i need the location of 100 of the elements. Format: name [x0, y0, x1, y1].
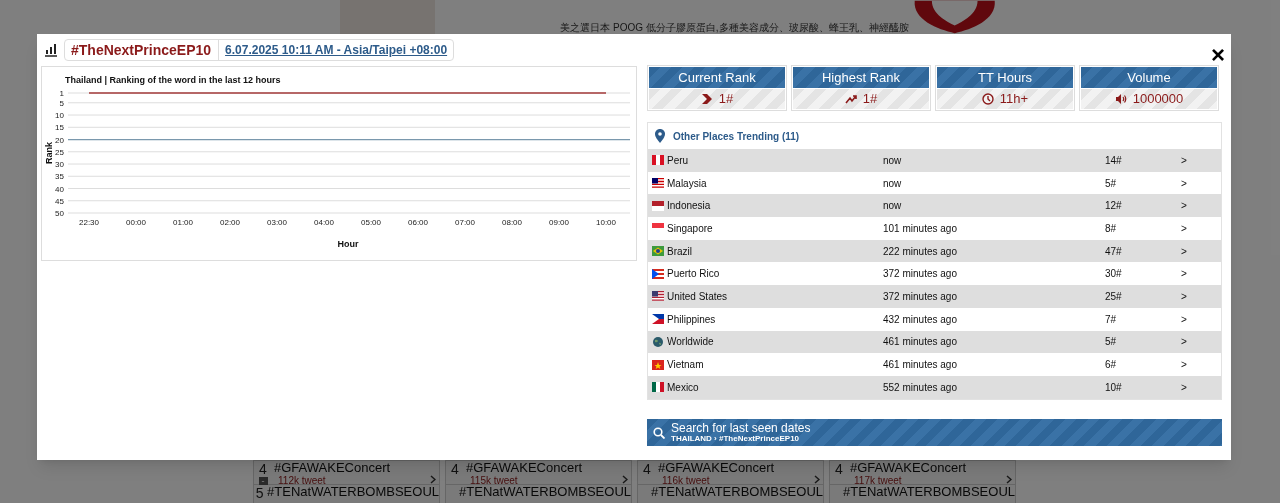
x-tick-label: 01:00: [173, 218, 193, 227]
x-tick-label: 05:00: [361, 218, 381, 227]
y-tick-label: 10: [55, 111, 64, 121]
stat-label: TT Hours: [937, 67, 1073, 88]
hashtag-link[interactable]: #GFAWAKEConcert: [274, 461, 430, 475]
last-seen-time: now: [883, 176, 903, 191]
search-breadcrumb: THAILAND › #TheNextPrinceEP10: [671, 435, 801, 443]
row-arrow: >: [1181, 380, 1188, 395]
search-title: Search for last seen dates: [671, 422, 811, 434]
y-axis-title: Rank: [44, 142, 54, 164]
chevron-right-icon: [622, 475, 628, 484]
flag-icon: [652, 155, 664, 166]
stat-value: 11h+: [999, 90, 1029, 109]
flag-icon: [652, 246, 664, 257]
x-tick-label: 08:00: [502, 218, 522, 227]
y-tick-label: 1: [59, 89, 64, 98]
hashtag-link[interactable]: #TENatWATERBOMBSEOUL: [843, 485, 1015, 499]
row-arrow: >: [1181, 221, 1188, 236]
x-axis-title: Hour: [337, 239, 359, 249]
rank-number: 4: [643, 462, 651, 476]
place-rank: 5#: [1105, 176, 1118, 191]
search-dates-button[interactable]: Search for last seen dates THAILAND › #TheNextPrinceEP10: [647, 419, 1222, 446]
hashtag-link[interactable]: #TENatWATERBOMBSEOUL: [459, 485, 631, 499]
y-tick-label: 25: [55, 147, 64, 157]
stat-label: Volume: [1081, 67, 1217, 88]
hashtag-link[interactable]: #GFAWAKEConcert: [850, 461, 1006, 475]
place-rank: 14#: [1105, 153, 1123, 168]
last-seen-time: 222 minutes ago: [883, 244, 958, 259]
bar-chart-icon: [43, 42, 59, 58]
place-rank: 7#: [1105, 312, 1118, 327]
place-rank: 25#: [1105, 289, 1123, 304]
rank-number: 4: [259, 462, 267, 476]
tweet-count: 115k tweet: [470, 475, 519, 486]
chevron-right-icon: [430, 475, 436, 484]
row-arrow: >: [1181, 312, 1188, 327]
row-arrow: >: [1181, 244, 1188, 259]
x-tick-label: 10:00: [596, 218, 616, 227]
flag-icon: [652, 200, 664, 211]
place-name: Puerto Rico: [667, 267, 720, 282]
y-tick-label: 45: [55, 196, 64, 206]
location-pin-icon: [655, 129, 665, 143]
place-name: Mexico: [667, 380, 699, 395]
place-row[interactable]: Brazil 222 minutes ago 47# >: [648, 239, 1221, 263]
hashtag-link[interactable]: #TENatWATERBOMBSEOUL: [651, 485, 823, 499]
place-row[interactable]: United States 372 minutes ago 25# >: [648, 285, 1221, 308]
y-tick-label: 20: [55, 135, 64, 145]
change-badge: -: [258, 477, 268, 485]
x-tick-label: 22:30: [79, 218, 99, 227]
last-seen-time: 372 minutes ago: [883, 267, 958, 282]
hashtag-link[interactable]: #TENatWATERBOMBSEOUL: [267, 485, 439, 499]
stat-value: 1000000: [1132, 90, 1184, 109]
hashtag-title: #TheNextPrinceEP10: [71, 39, 220, 61]
place-row[interactable]: Indonesia now 12# >: [648, 194, 1221, 218]
hashtag-link[interactable]: #GFAWAKEConcert: [658, 461, 814, 475]
panel-title: Other Places Trending (11): [673, 129, 800, 144]
flag-icon: [652, 314, 664, 325]
place-name: Malaysia: [667, 176, 707, 191]
row-arrow: >: [1181, 267, 1188, 282]
x-tick-label: 06:00: [408, 218, 428, 227]
chevron-icon: [700, 93, 713, 105]
stat-label: Current Rank: [649, 67, 785, 88]
tweet-count: 117k tweet: [854, 475, 903, 486]
last-seen-time: 461 minutes ago: [883, 335, 958, 350]
last-seen-time: 461 minutes ago: [883, 358, 958, 373]
chevron-right-icon: [814, 475, 820, 484]
date-link[interactable]: 6.07.2025 10:11 AM - Asia/Taipei +08:00: [225, 41, 448, 59]
place-name: Peru: [667, 153, 689, 168]
flag-icon: [652, 291, 664, 302]
place-name: Indonesia: [667, 199, 711, 214]
last-seen-time: 552 minutes ago: [883, 380, 958, 395]
x-tick-label: 02:00: [220, 218, 240, 227]
last-seen-time: now: [883, 153, 903, 168]
tweet-count: 116k tweet: [662, 475, 711, 486]
rank-number: 4: [835, 462, 843, 476]
hashtag-link[interactable]: #GFAWAKEConcert: [466, 461, 622, 475]
x-tick-label: 04:00: [314, 218, 334, 227]
flag-icon: [652, 178, 664, 189]
close-button[interactable]: ×: [1211, 44, 1225, 66]
ad-description: 美之選日本 POOG 低分子膠原蛋白,多種美容成分、玻尿酸、蜂王乳、神經醯胺: [560, 21, 909, 35]
place-name: Philippines: [667, 312, 716, 327]
place-name: Vietnam: [667, 358, 704, 373]
x-tick-label: 03:00: [267, 218, 287, 227]
place-name: Worldwide: [667, 335, 714, 350]
globe-icon: [652, 336, 664, 347]
place-rank: 47#: [1105, 244, 1123, 259]
place-row[interactable]: Mexico 552 minutes ago 10# >: [648, 375, 1221, 399]
place-rank: 6#: [1105, 358, 1118, 373]
y-tick-label: 50: [55, 209, 64, 218]
x-tick-label: 00:00: [126, 218, 146, 227]
x-tick-label: 07:00: [455, 218, 475, 227]
place-row[interactable]: Peru now 14# >: [648, 149, 1221, 172]
place-row[interactable]: Worldwide 461 minutes ago 5# >: [648, 330, 1221, 354]
x-tick-label: 09:00: [549, 218, 569, 227]
row-arrow: >: [1181, 289, 1188, 304]
place-rank: 8#: [1105, 221, 1118, 236]
last-seen-time: 101 minutes ago: [883, 221, 958, 236]
chevron-right-icon: [1006, 475, 1012, 484]
row-arrow: >: [1181, 335, 1188, 350]
place-name: United States: [667, 289, 728, 304]
flag-icon: [652, 382, 664, 393]
